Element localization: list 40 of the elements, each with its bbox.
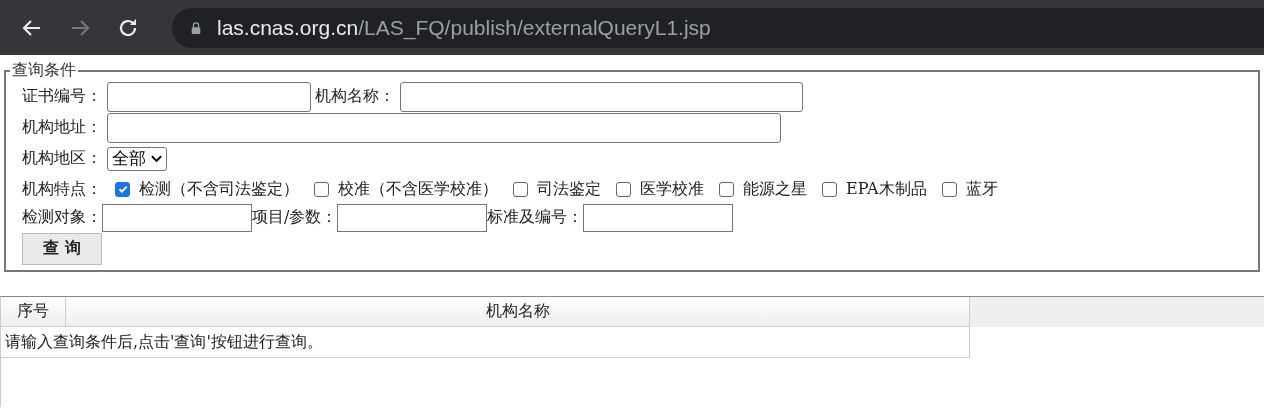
empty-message: 请输入查询条件后,点击'查询'按钮进行查询。 — [1, 327, 970, 358]
url-host: las.cnas.org.cn — [217, 15, 359, 39]
checkbox-label: 蓝牙 — [965, 178, 998, 200]
url-path: /LAS_FQ/publish/externalQueryL1.jsp — [358, 15, 711, 40]
checkmark-icon — [116, 183, 129, 195]
checkbox[interactable] — [314, 181, 329, 197]
lock-icon — [190, 20, 202, 35]
region-dropdown[interactable]: 全部 — [107, 146, 167, 171]
caret-icon — [151, 154, 162, 163]
checkbox-label: 医学校准 — [640, 178, 704, 200]
address-field[interactable] — [107, 112, 781, 143]
checkbox[interactable] — [941, 181, 957, 197]
field-label: 项目/参数： — [252, 207, 338, 228]
checkbox[interactable] — [616, 181, 631, 197]
checkbox-label: EPA木制品 — [846, 178, 927, 200]
field-label: 机构特点： — [22, 178, 102, 200]
column-header: 机构名称 — [484, 300, 551, 322]
address-bar[interactable]: las.cnas.org.cn/LAS_FQ/publish/externalQueryL1.jsp — [172, 7, 1264, 48]
field-label: 检测对象： — [22, 207, 102, 228]
certificate-field[interactable] — [107, 81, 311, 112]
field-label: 机构名称： — [315, 86, 395, 107]
checkbox-label: 校准（不含医学校准） — [338, 178, 498, 200]
checkbox-label: 司法鉴定 — [537, 178, 601, 200]
institution-name-field[interactable] — [400, 81, 803, 112]
checkbox[interactable] — [115, 181, 130, 197]
checkbox[interactable] — [822, 181, 837, 197]
parameter-field[interactable] — [337, 203, 488, 232]
checkbox-label: 检测（不含司法鉴定） — [139, 178, 299, 200]
panel-legend: 查询条件 — [10, 60, 78, 81]
field-label: 证书编号： — [22, 86, 102, 107]
checkbox[interactable] — [719, 181, 734, 197]
query-button[interactable]: 查 询 — [22, 232, 102, 265]
field-label: 标准及编号： — [487, 207, 584, 228]
checkbox[interactable] — [513, 181, 528, 197]
standard-field[interactable] — [583, 203, 734, 232]
checkbox-label: 能源之星 — [743, 178, 807, 200]
test-object-field[interactable] — [102, 203, 252, 232]
field-label: 机构地区： — [22, 148, 102, 169]
field-label: 机构地址： — [22, 117, 102, 138]
column-header: 序号 — [1, 297, 66, 326]
